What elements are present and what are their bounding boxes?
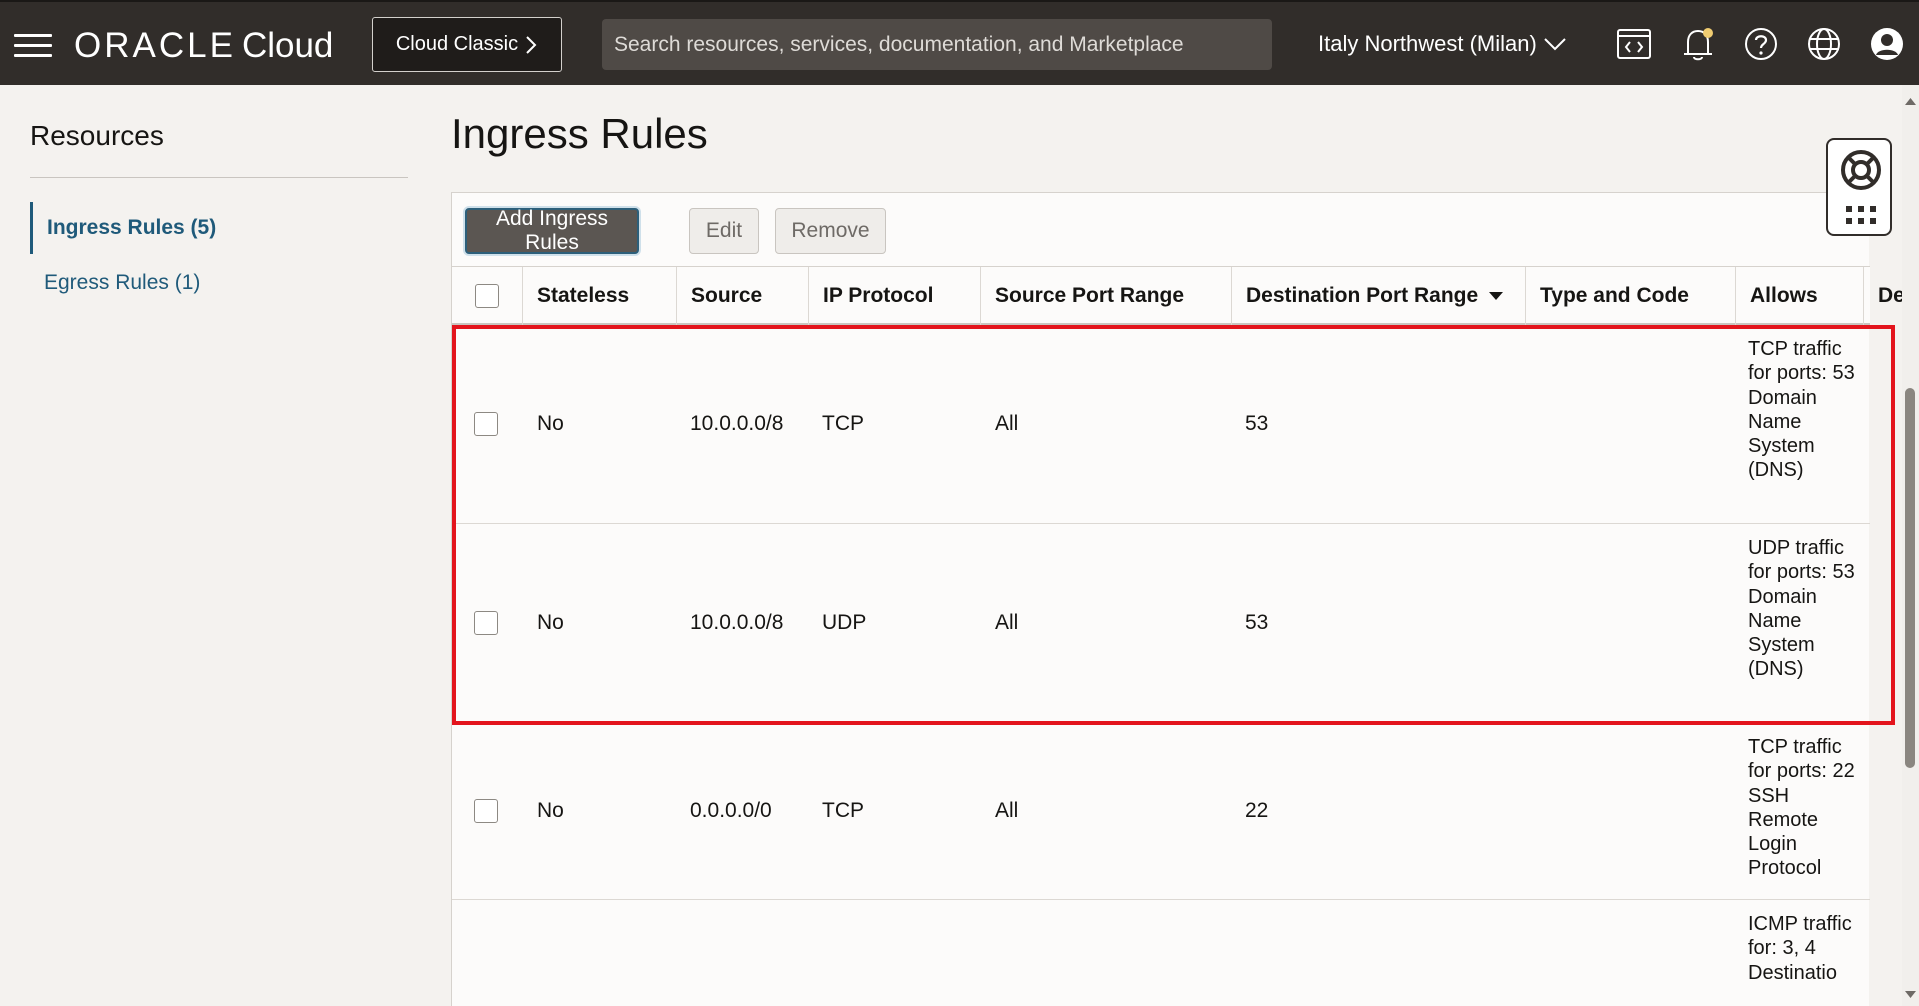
remove-button[interactable]: Remove: [775, 208, 886, 254]
sort-descending-icon[interactable]: [1488, 291, 1504, 301]
cell-source: 10.0.0.0/8: [690, 412, 784, 435]
cloud-classic-label: Cloud Classic: [395, 33, 519, 55]
table-row[interactable]: No 0.0.0.0/0 TCP All 22 TCP traffic for …: [452, 723, 1870, 900]
brand-oracle: ORACLE: [74, 26, 236, 65]
column-header-source-port-range[interactable]: Source Port Range: [980, 267, 1231, 325]
cell-allows: TCP traffic for ports: 53 Domain Name Sy…: [1748, 338, 1855, 482]
scroll-up-arrow-icon[interactable]: [1904, 95, 1917, 108]
help-icon[interactable]: [1741, 24, 1781, 64]
chevron-right-icon: [526, 35, 537, 54]
user-profile-icon[interactable]: [1867, 24, 1907, 64]
resources-sidebar: Resources Ingress Rules (5) Egress Rules…: [0, 85, 440, 1006]
table-header: Stateless Source IP Protocol Source Port…: [452, 267, 1870, 325]
cell-destination-port-range: 22: [1245, 799, 1269, 822]
globe-icon[interactable]: [1804, 24, 1844, 64]
row-checkbox-cell: [474, 723, 498, 899]
table-toolbar: Add Ingress Rules Edit Remove: [452, 193, 1870, 267]
sidebar-item-egress-rules[interactable]: Egress Rules (1): [30, 257, 200, 309]
chevron-down-icon: [1544, 38, 1566, 51]
sidebar-title: Resources: [30, 120, 164, 151]
cell-allows: UDP traffic for ports: 53 Domain Name Sy…: [1748, 537, 1855, 681]
cell-allows: TCP traffic for ports: 22 SSH Remote Log…: [1748, 736, 1855, 880]
column-header-destination-port-range[interactable]: Destination Port Range: [1231, 267, 1525, 325]
cell-ip-protocol: TCP: [822, 799, 864, 822]
cell-destination-port-range: 53: [1245, 412, 1269, 435]
cell-source-port-range: All: [995, 611, 1019, 634]
add-ingress-rules-button[interactable]: Add Ingress Rules: [465, 207, 639, 254]
row-checkbox[interactable]: [474, 611, 498, 635]
row-checkbox-cell: [474, 524, 498, 722]
oracle-cloud-logo[interactable]: ORACLE Cloud: [74, 26, 333, 66]
lifebuoy-icon: [1841, 150, 1881, 190]
sidebar-divider: [30, 177, 408, 178]
cell-ip-protocol: TCP: [822, 412, 864, 435]
region-selector[interactable]: Italy Northwest (Milan): [1318, 26, 1567, 62]
cell-source: 0.0.0.0/0: [690, 799, 772, 822]
row-checkbox-cell: [474, 325, 498, 523]
help-support-widget[interactable]: [1826, 138, 1892, 236]
cell-stateless: No: [537, 611, 564, 634]
sidebar-item-ingress-rules[interactable]: Ingress Rules (5): [30, 202, 216, 254]
hamburger-menu-icon[interactable]: [14, 34, 52, 58]
scroll-down-arrow-icon[interactable]: [1904, 988, 1917, 1001]
bell-icon[interactable]: [1678, 24, 1718, 64]
brand-cloud: Cloud: [241, 26, 334, 65]
column-header-ip-protocol[interactable]: IP Protocol: [808, 267, 980, 325]
column-header-type-and-code[interactable]: Type and Code: [1525, 267, 1735, 325]
cell-source-port-range: All: [995, 799, 1019, 822]
cell-allows: ICMP traffic for: 3, 4 Destinatio: [1748, 913, 1852, 984]
column-header-source[interactable]: Source: [676, 267, 808, 325]
cell-ip-protocol: UDP: [822, 611, 867, 634]
page-title: Ingress Rules: [451, 110, 708, 157]
grid-dots-icon: [1846, 206, 1876, 224]
edit-button[interactable]: Edit: [689, 208, 759, 254]
region-label: Italy Northwest (Milan): [1318, 31, 1537, 56]
cell-source: 10.0.0.0/8: [690, 611, 784, 634]
header-select-all: [452, 267, 522, 325]
cell-stateless: No: [537, 799, 564, 822]
row-checkbox[interactable]: [474, 799, 498, 823]
column-header-allows[interactable]: Allows: [1735, 267, 1863, 325]
column-header-stateless[interactable]: Stateless: [522, 267, 676, 325]
scrollbar-thumb[interactable]: [1905, 388, 1915, 768]
table-row[interactable]: No 10.0.0.0/8 UDP All 53 UDP traffic for…: [452, 524, 1870, 723]
cell-stateless: No: [537, 412, 564, 435]
cell-destination-port-range: 53: [1245, 611, 1269, 634]
cell-source-port-range: All: [995, 412, 1019, 435]
table-row[interactable]: No 10.0.0.0/8 TCP All 53 TCP traffic for…: [452, 325, 1870, 524]
top-header: ORACLECloud Cloud Classic Italy Northwes…: [0, 0, 1919, 85]
select-all-checkbox[interactable]: [475, 284, 499, 308]
table-row[interactable]: ICMP traffic for: 3, 4 Destinatio: [452, 900, 1870, 1006]
row-checkbox[interactable]: [474, 412, 498, 436]
ingress-rules-panel: Add Ingress Rules Edit Remove Stateless …: [451, 192, 1905, 1006]
cloud-classic-button[interactable]: Cloud Classic: [372, 17, 562, 72]
destination-port-range-label: Destination Port Range: [1246, 284, 1479, 307]
code-editor-icon[interactable]: [1614, 24, 1654, 64]
search-input[interactable]: [602, 19, 1272, 70]
